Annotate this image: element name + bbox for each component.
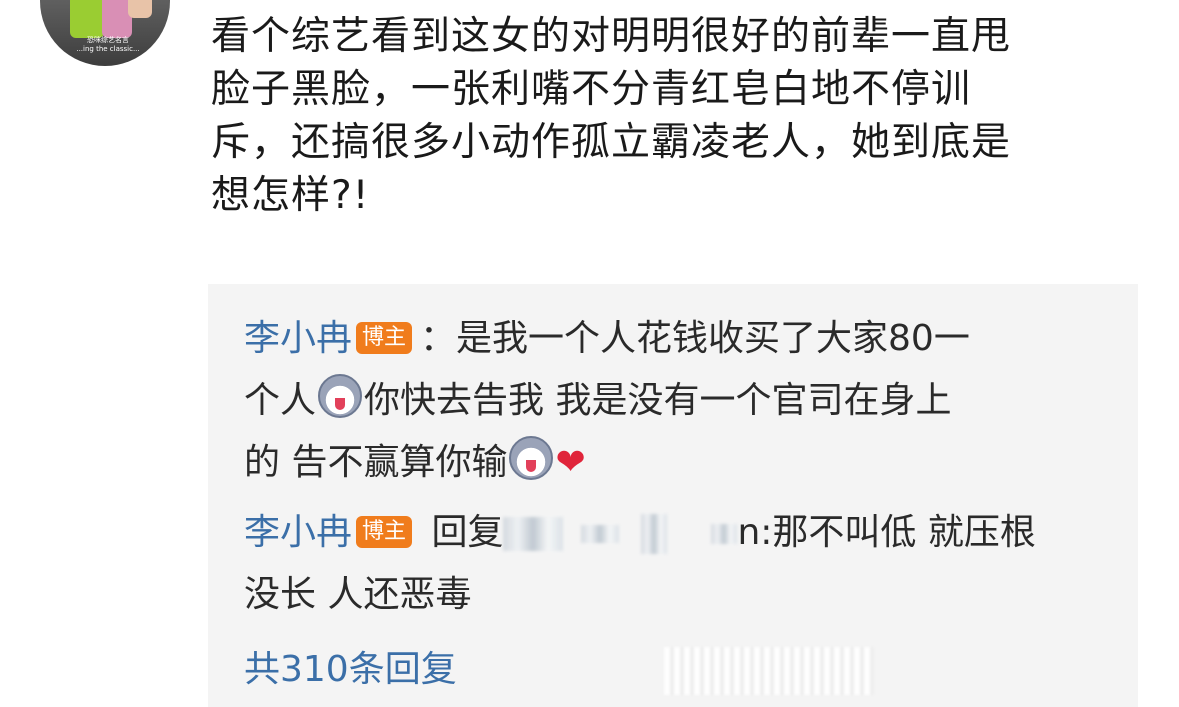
reply-line: 个人 你快去告我 我是没有一个官司在身上 [244,370,1114,432]
avatar-figure [128,0,152,18]
total-replies-link[interactable]: 共310条回复 [244,640,457,700]
avatar-figure [70,0,104,38]
reply-text: 的 告不赢算你输 [244,442,508,483]
censored-username [581,525,620,543]
reply-preview[interactable]: 李小冉 博主 ：是我一个人花钱收买了大家80一 个人 你快去告我 我是没有一个官司在身… [208,284,1138,707]
reply-text: n:那不叫低 就压根 [737,512,1036,553]
reply-line: 李小冉 博主 ：是我一个人花钱收买了大家80一 [244,308,1114,370]
censored-username [503,517,564,551]
post-text: 看个综艺看到这女的对明明很好的前辈一直甩 脸子黑脸，一张利嘴不分青红皂白地不停训… [211,14,1012,218]
reply-username[interactable]: 李小冉 [244,512,352,553]
blogger-badge: 博主 [356,516,413,548]
reply-text: ：是我一个人花钱收买了大家80一 [420,318,970,359]
avatar-caption: 恐咪综艺名言 ...ing the classic... [68,36,148,54]
watermark [664,647,874,695]
reply-username[interactable]: 李小冉 [244,318,352,359]
avatar-caption-line: 恐咪综艺名言 [87,36,129,44]
reply-item: 李小冉 博主 回复 n:那不叫低 就压根 没长 人还恶毒 [244,502,1114,626]
reply-line: 李小冉 博主 回复 n:那不叫低 就压根 [244,502,1114,564]
heart-icon: ❤ [555,442,586,483]
reply-text: 个人 [244,380,317,421]
blogger-badge: 博主 [356,322,413,354]
reply-item: 李小冉 博主 ：是我一个人花钱收买了大家80一 个人 你快去告我 我是没有一个官司在身… [244,308,1114,494]
reply-text: 回复 [420,512,504,553]
reply-line: 的 告不赢算你输 ❤ [244,432,1114,494]
reply-text: 没长 人还恶毒 [244,574,472,615]
reply-line: 没长 人还恶毒 [244,564,1114,626]
avatar[interactable]: 恐咪综艺名言 ...ing the classic... [40,0,170,66]
censored-username [711,524,738,544]
doge-emoji-icon [318,374,363,418]
censored-username [641,514,668,554]
avatar-caption-line: ...ing the classic... [76,45,140,53]
reply-text: 你快去告我 我是没有一个官司在身上 [364,380,952,421]
doge-emoji-icon [509,436,554,480]
